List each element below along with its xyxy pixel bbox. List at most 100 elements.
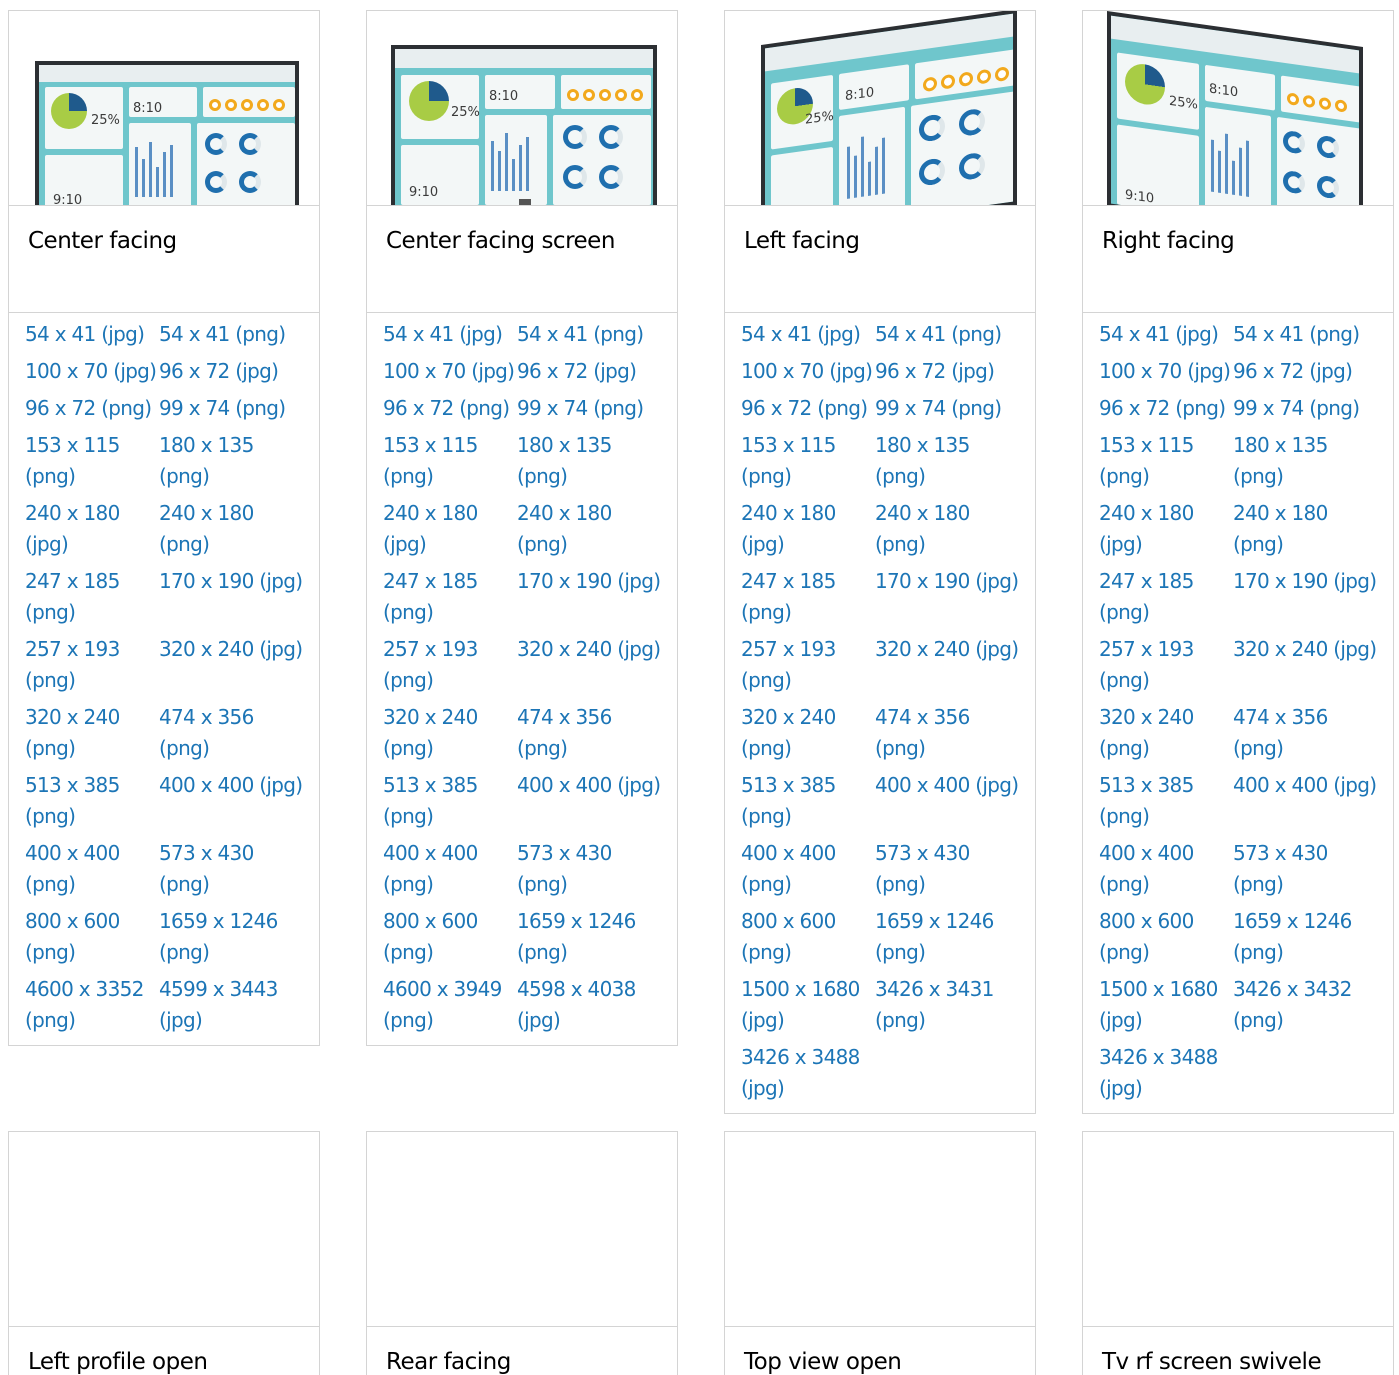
download-link[interactable]: 100 x 70 (jpg) — [25, 353, 159, 390]
product-thumbnail[interactable]: 25% 8:10 9:10 — [725, 11, 1035, 205]
download-link[interactable]: 1659 x 1246 (png) — [517, 903, 667, 971]
download-link[interactable]: 573 x 430 (png) — [875, 835, 1025, 903]
download-link[interactable]: 170 x 190 (jpg) — [1233, 563, 1383, 631]
download-link[interactable]: 99 x 74 (png) — [875, 390, 1025, 427]
download-link[interactable]: 153 x 115 (png) — [1099, 427, 1233, 495]
download-link[interactable]: 1659 x 1246 (png) — [159, 903, 309, 971]
download-link[interactable]: 153 x 115 (png) — [383, 427, 517, 495]
download-link[interactable]: 54 x 41 (jpg) — [1099, 316, 1233, 353]
download-link[interactable]: 96 x 72 (png) — [25, 390, 159, 427]
download-link[interactable]: 54 x 41 (jpg) — [741, 316, 875, 353]
download-link[interactable]: 3426 x 3432 (png) — [1233, 971, 1383, 1039]
download-link[interactable]: 240 x 180 (png) — [517, 495, 667, 563]
download-link[interactable]: 4600 x 3352 (png) — [25, 971, 159, 1039]
download-link[interactable]: 1500 x 1680 (jpg) — [1099, 971, 1233, 1039]
download-link[interactable]: 170 x 190 (jpg) — [875, 563, 1025, 631]
download-link[interactable]: 99 x 74 (png) — [517, 390, 667, 427]
product-thumbnail[interactable] — [9, 1132, 319, 1326]
download-link[interactable]: 54 x 41 (png) — [517, 316, 667, 353]
download-link[interactable]: 247 x 185 (png) — [741, 563, 875, 631]
download-link[interactable]: 3426 x 3488 (jpg) — [741, 1039, 875, 1107]
download-link[interactable]: 474 x 356 (png) — [517, 699, 667, 767]
download-link[interactable]: 800 x 600 (png) — [1099, 903, 1233, 971]
download-link[interactable]: 400 x 400 (png) — [25, 835, 159, 903]
download-link[interactable]: 320 x 240 (png) — [25, 699, 159, 767]
download-link[interactable]: 100 x 70 (jpg) — [741, 353, 875, 390]
download-link[interactable]: 96 x 72 (png) — [741, 390, 875, 427]
download-link[interactable]: 573 x 430 (png) — [517, 835, 667, 903]
download-link[interactable]: 180 x 135 (png) — [875, 427, 1025, 495]
download-link[interactable]: 96 x 72 (png) — [383, 390, 517, 427]
download-link[interactable]: 100 x 70 (jpg) — [383, 353, 517, 390]
download-link[interactable]: 170 x 190 (jpg) — [159, 563, 309, 631]
download-link[interactable]: 400 x 400 (png) — [741, 835, 875, 903]
download-link[interactable]: 240 x 180 (jpg) — [741, 495, 875, 563]
download-link[interactable]: 170 x 190 (jpg) — [517, 563, 667, 631]
download-link[interactable]: 96 x 72 (jpg) — [159, 353, 309, 390]
download-link[interactable]: 400 x 400 (jpg) — [1233, 767, 1383, 835]
download-link[interactable]: 4600 x 3949 (png) — [383, 971, 517, 1039]
download-link[interactable]: 800 x 600 (png) — [741, 903, 875, 971]
download-link[interactable]: 240 x 180 (png) — [159, 495, 309, 563]
download-link[interactable]: 573 x 430 (png) — [159, 835, 309, 903]
download-link[interactable]: 4598 x 4038 (jpg) — [517, 971, 667, 1039]
download-link[interactable]: 99 x 74 (png) — [1233, 390, 1383, 427]
download-link[interactable]: 320 x 240 (jpg) — [1233, 631, 1383, 699]
download-link[interactable]: 153 x 115 (png) — [741, 427, 875, 495]
download-link[interactable]: 1659 x 1246 (png) — [1233, 903, 1383, 971]
download-link[interactable]: 99 x 74 (png) — [159, 390, 309, 427]
download-link[interactable]: 54 x 41 (png) — [159, 316, 309, 353]
download-link[interactable]: 800 x 600 (png) — [383, 903, 517, 971]
download-link[interactable]: 96 x 72 (png) — [1099, 390, 1233, 427]
product-thumbnail[interactable] — [1083, 1132, 1393, 1326]
download-link[interactable]: 513 x 385 (png) — [25, 767, 159, 835]
product-thumbnail[interactable]: 25% 8:10 9:10 — [9, 11, 319, 205]
download-link[interactable]: 96 x 72 (jpg) — [875, 353, 1025, 390]
download-link[interactable]: 54 x 41 (jpg) — [25, 316, 159, 353]
download-link[interactable]: 240 x 180 (png) — [875, 495, 1025, 563]
download-link[interactable]: 1500 x 1680 (jpg) — [741, 971, 875, 1039]
download-link[interactable]: 247 x 185 (png) — [25, 563, 159, 631]
download-link[interactable]: 180 x 135 (png) — [1233, 427, 1383, 495]
download-link[interactable]: 96 x 72 (jpg) — [1233, 353, 1383, 390]
download-link[interactable]: 400 x 400 (jpg) — [159, 767, 309, 835]
download-link[interactable]: 240 x 180 (jpg) — [383, 495, 517, 563]
download-link[interactable]: 180 x 135 (png) — [517, 427, 667, 495]
download-link[interactable]: 800 x 600 (png) — [25, 903, 159, 971]
download-link[interactable]: 573 x 430 (png) — [1233, 835, 1383, 903]
download-link[interactable]: 247 x 185 (png) — [383, 563, 517, 631]
download-link[interactable]: 320 x 240 (jpg) — [517, 631, 667, 699]
product-thumbnail[interactable]: 25% 8:10 9:10 — [1083, 11, 1393, 205]
download-link[interactable]: 400 x 400 (jpg) — [875, 767, 1025, 835]
download-link[interactable]: 474 x 356 (png) — [1233, 699, 1383, 767]
download-link[interactable]: 54 x 41 (png) — [1233, 316, 1383, 353]
product-thumbnail[interactable] — [367, 1132, 677, 1326]
download-link[interactable]: 474 x 356 (png) — [159, 699, 309, 767]
download-link[interactable]: 96 x 72 (jpg) — [517, 353, 667, 390]
download-link[interactable]: 320 x 240 (png) — [1099, 699, 1233, 767]
download-link[interactable]: 3426 x 3431 (png) — [875, 971, 1025, 1039]
download-link[interactable]: 240 x 180 (jpg) — [25, 495, 159, 563]
product-thumbnail[interactable]: 25% 8:10 9:10 — [367, 11, 677, 205]
download-link[interactable]: 257 x 193 (png) — [383, 631, 517, 699]
download-link[interactable]: 180 x 135 (png) — [159, 427, 309, 495]
download-link[interactable]: 320 x 240 (png) — [383, 699, 517, 767]
product-thumbnail[interactable] — [725, 1132, 1035, 1326]
download-link[interactable]: 240 x 180 (png) — [1233, 495, 1383, 563]
download-link[interactable]: 54 x 41 (jpg) — [383, 316, 517, 353]
download-link[interactable]: 100 x 70 (jpg) — [1099, 353, 1233, 390]
download-link[interactable]: 513 x 385 (png) — [383, 767, 517, 835]
download-link[interactable]: 4599 x 3443 (jpg) — [159, 971, 309, 1039]
download-link[interactable]: 257 x 193 (png) — [25, 631, 159, 699]
download-link[interactable]: 153 x 115 (png) — [25, 427, 159, 495]
download-link[interactable]: 400 x 400 (jpg) — [517, 767, 667, 835]
download-link[interactable]: 3426 x 3488 (jpg) — [1099, 1039, 1233, 1107]
download-link[interactable]: 400 x 400 (png) — [1099, 835, 1233, 903]
download-link[interactable]: 247 x 185 (png) — [1099, 563, 1233, 631]
download-link[interactable]: 240 x 180 (jpg) — [1099, 495, 1233, 563]
download-link[interactable]: 513 x 385 (png) — [741, 767, 875, 835]
download-link[interactable]: 400 x 400 (png) — [383, 835, 517, 903]
download-link[interactable]: 257 x 193 (png) — [1099, 631, 1233, 699]
download-link[interactable]: 320 x 240 (jpg) — [159, 631, 309, 699]
download-link[interactable]: 474 x 356 (png) — [875, 699, 1025, 767]
